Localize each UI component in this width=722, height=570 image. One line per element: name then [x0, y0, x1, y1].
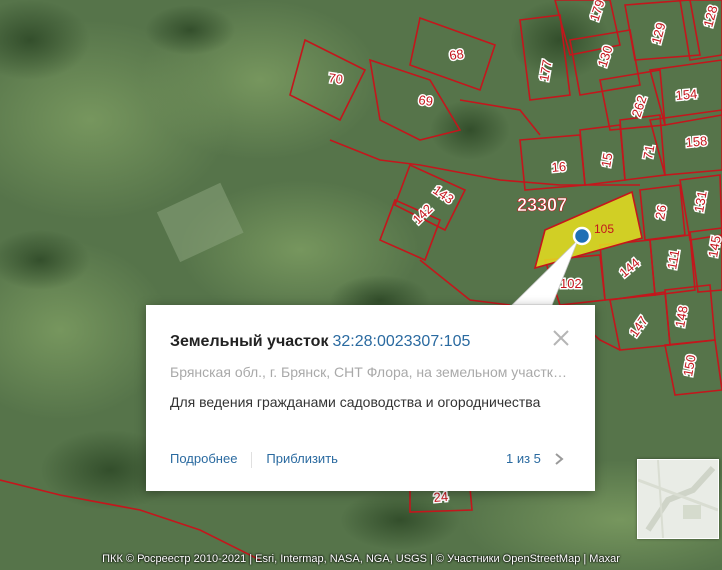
close-icon[interactable]	[550, 327, 572, 349]
minimap-thumbnail	[638, 460, 718, 538]
parcel-label: 69	[418, 92, 434, 109]
link-divider	[251, 451, 253, 468]
parcel-address: Брянская обл., г. Брянск, СНТ Флора, на …	[170, 364, 570, 380]
parcel-label: 24	[433, 489, 449, 505]
location-marker[interactable]	[572, 226, 592, 246]
parcel-label: 158	[685, 133, 708, 150]
popup-title: Земельный участок 32:28:0023307:105	[170, 333, 470, 351]
parcel-label: 68	[448, 46, 464, 63]
map-attribution: ПКК © Росреестр 2010-2021 | Esri, Interm…	[102, 553, 620, 565]
selected-parcel-label: 105	[594, 222, 614, 236]
parcel-label: 145	[705, 235, 722, 259]
details-link[interactable]: Подробнее	[170, 451, 237, 466]
parcel-label: 154	[675, 86, 698, 103]
parcel-label: 15	[598, 152, 615, 169]
parcel-label: 71	[640, 144, 657, 161]
popup-links: Подробнее Приблизить	[170, 451, 338, 468]
popup-title-text: Земельный участок	[170, 333, 329, 350]
chevron-right-icon[interactable]	[553, 452, 565, 466]
parcel-label: 26	[652, 204, 669, 221]
zoom-in-link[interactable]: Приблизить	[266, 451, 338, 466]
parcel-info-popup: Земельный участок 32:28:0023307:105 Брянс…	[146, 305, 595, 491]
parcel-label: 16	[551, 159, 567, 175]
cadastral-number[interactable]: 32:28:0023307:105	[332, 333, 470, 350]
block-label: 23307	[517, 195, 567, 215]
pager-counter: 1 из 5	[506, 451, 541, 466]
parcel-purpose: Для ведения гражданами садоводства и ого…	[170, 394, 541, 410]
minimap-toggle[interactable]	[637, 459, 719, 539]
parcel-label: 70	[328, 70, 344, 87]
parcel-label: 102	[560, 276, 582, 291]
